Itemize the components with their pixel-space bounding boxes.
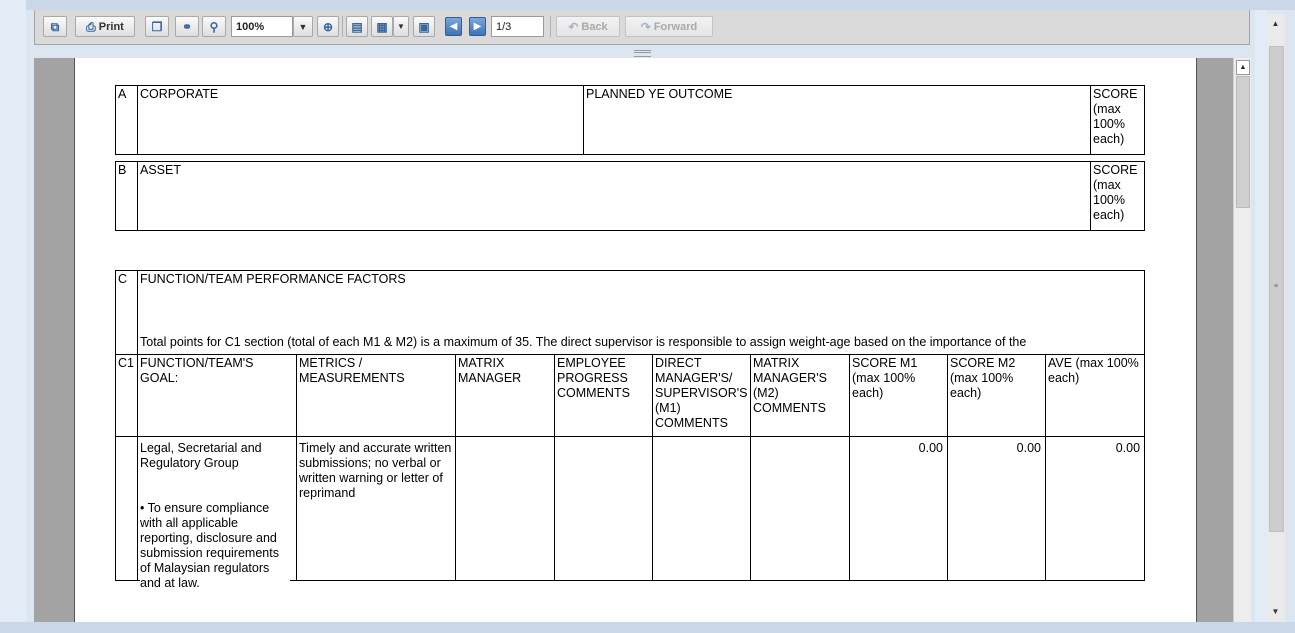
- section-a-table: A CORPORATE PLANNED YE OUTCOME SCORE (ma…: [115, 85, 1145, 155]
- back-label: Back: [581, 20, 608, 33]
- section-b-score-header: SCORE (max 100% each): [1090, 161, 1145, 231]
- score-m1-value: 0.00: [849, 436, 948, 581]
- grip-icon: ≡: [1274, 283, 1278, 290]
- page-setup-button[interactable]: ▣: [413, 16, 435, 37]
- document-scroll-thumb[interactable]: [1236, 76, 1250, 208]
- forward-button[interactable]: ↷ Forward: [625, 16, 713, 37]
- viewer-toolbar: ⧉ ⎙ Print ❐ ⚭ ⚲ 100% ▼ ⊕ ▤ ▦ ▼ ▣ ◀ ▶ 1/3…: [34, 10, 1250, 45]
- page-setup-icon: ▣: [418, 19, 430, 34]
- arrow-right-icon: ▶: [473, 21, 482, 32]
- toolbar-divider: [342, 16, 343, 37]
- next-page-button[interactable]: ▶: [469, 17, 486, 36]
- goal-title: Legal, Secretarial and Regulatory Group: [140, 441, 262, 470]
- section-b-letter: B: [115, 161, 138, 231]
- m2-comments-cell[interactable]: [750, 436, 850, 581]
- section-b-table: B ASSET SCORE (max 100% each): [115, 161, 1145, 231]
- single-page-button[interactable]: ▤: [346, 16, 368, 37]
- col-header-matrix-manager: MATRIX MANAGER: [455, 354, 555, 437]
- section-c-table: C FUNCTION/TEAM PERFORMANCE FACTORS Tota…: [115, 270, 1146, 591]
- toolbar-divider: [550, 16, 551, 37]
- section-c-header-cell: FUNCTION/TEAM PERFORMANCE FACTORS Total …: [136, 270, 1146, 355]
- goal-cell: Legal, Secretarial and Regulatory Group …: [137, 436, 297, 591]
- report-page: A CORPORATE PLANNED YE OUTCOME SCORE (ma…: [74, 58, 1197, 622]
- chevron-down-icon: ▼: [298, 21, 308, 32]
- window-right-border: [1255, 10, 1267, 633]
- page-indicator: 1/3: [496, 20, 512, 33]
- section-a-planned-header: PLANNED YE OUTCOME: [583, 85, 1091, 155]
- binoculars-icon: ⚭: [181, 19, 193, 34]
- window-scroll-thumb[interactable]: ≡: [1269, 46, 1284, 532]
- goal-text: Legal, Secretarial and Regulatory Group …: [140, 441, 290, 591]
- window-scrollbar[interactable]: ▲ ≡ ▼: [1267, 14, 1285, 622]
- section-c-title: FUNCTION/TEAM PERFORMANCE FACTORS: [140, 272, 406, 286]
- window-bottom-border: [0, 622, 1295, 633]
- c1-header-row: C1 FUNCTION/TEAM'S GOAL: METRICS / MEASU…: [115, 354, 1146, 437]
- row-label-cell: [115, 436, 138, 581]
- forward-arrow-icon: ↷: [640, 19, 651, 34]
- col-header-score-m1: SCORE M1 (max 100% each): [849, 354, 948, 437]
- scroll-down-icon[interactable]: ▼: [1268, 604, 1283, 619]
- section-a-letter: A: [115, 85, 138, 155]
- layout-dropdown-button[interactable]: ▼: [393, 16, 409, 37]
- goal-bullet: • To ensure compliance with all applicab…: [140, 501, 290, 591]
- col-header-employee-comments: EMPLOYEE PROGRESS COMMENTS: [554, 354, 653, 437]
- zoom-dropdown-button[interactable]: ▼: [293, 16, 313, 37]
- col-header-goal: FUNCTION/TEAM'S GOAL:: [137, 354, 297, 437]
- zoom-button[interactable]: ⚲: [202, 16, 226, 37]
- export-icon: ⧉: [50, 19, 60, 34]
- matrix-manager-cell[interactable]: [455, 436, 555, 581]
- forward-label: Forward: [653, 20, 698, 33]
- metrics-cell: Timely and accurate written submissions;…: [296, 436, 456, 581]
- page-number-field[interactable]: 1/3: [491, 16, 544, 37]
- col-header-ave: AVE (max 100% each): [1044, 354, 1146, 437]
- export-button[interactable]: ⧉: [43, 16, 67, 37]
- print-button[interactable]: ⎙ Print: [75, 16, 135, 37]
- window-left-border: [0, 0, 26, 633]
- m1-comments-cell[interactable]: [652, 436, 751, 581]
- previous-page-button[interactable]: ◀: [445, 17, 462, 36]
- print-label: Print: [98, 20, 124, 33]
- col-header-m2-comments: MATRIX MANAGER'S (M2) COMMENTS: [750, 354, 850, 437]
- single-page-icon: ▤: [351, 19, 363, 34]
- zoom-field[interactable]: 100%: [231, 16, 293, 37]
- section-b-title: ASSET: [137, 161, 1091, 231]
- multi-page-button[interactable]: ▦: [371, 16, 393, 37]
- chevron-down-icon: ▼: [397, 22, 405, 31]
- ave-value: 0.00: [1044, 436, 1146, 581]
- scroll-up-icon[interactable]: ▲: [1236, 60, 1250, 75]
- copy-icon: ❐: [151, 19, 163, 34]
- printer-icon: ⎙: [86, 19, 96, 34]
- zoom-tool-button[interactable]: ⊕: [317, 16, 339, 37]
- document-scrollbar[interactable]: ▲: [1233, 58, 1251, 622]
- section-a-score-header: SCORE (max 100% each): [1090, 85, 1145, 155]
- copy-button[interactable]: ❐: [145, 16, 169, 37]
- section-c-note: Total points for C1 section (total of ea…: [140, 335, 1027, 349]
- document-viewport: A CORPORATE PLANNED YE OUTCOME SCORE (ma…: [34, 58, 1251, 622]
- col-header-score-m2: SCORE M2 (max 100% each): [947, 354, 1046, 437]
- grid-icon: ▦: [376, 19, 388, 34]
- c1-label: C1: [115, 354, 138, 437]
- employee-comments-cell[interactable]: [554, 436, 653, 581]
- table-row: Legal, Secretarial and Regulatory Group …: [115, 436, 1146, 591]
- toolbar-resize-grip[interactable]: [634, 50, 651, 57]
- find-button[interactable]: ⚭: [175, 16, 199, 37]
- zoom-value: 100%: [236, 20, 265, 33]
- section-a-title: CORPORATE: [137, 85, 584, 155]
- section-c-letter: C: [115, 270, 138, 355]
- magnifier-icon: ⚲: [209, 19, 219, 34]
- zoom-in-icon: ⊕: [322, 19, 334, 34]
- arrow-left-icon: ◀: [449, 21, 458, 32]
- scroll-up-icon[interactable]: ▲: [1268, 16, 1283, 31]
- window-top-border: [0, 0, 1295, 10]
- col-header-m1-comments: DIRECT MANAGER'S/ SUPERVISOR'S (M1) COMM…: [652, 354, 751, 437]
- col-header-metrics: METRICS / MEASUREMENTS: [296, 354, 456, 437]
- back-arrow-icon: ↶: [568, 19, 579, 34]
- score-m2-value: 0.00: [947, 436, 1046, 581]
- back-button[interactable]: ↶ Back: [556, 16, 620, 37]
